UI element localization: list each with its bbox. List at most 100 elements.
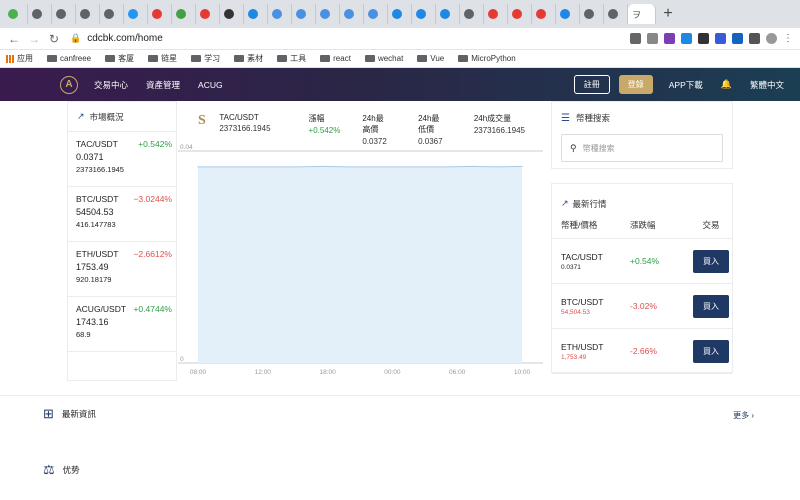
browser-tab[interactable]	[196, 4, 220, 24]
market-price: 0.0371	[76, 152, 104, 162]
browser-tab[interactable]	[580, 4, 604, 24]
more-link[interactable]: 更多 ›	[733, 410, 754, 421]
bookmark-item[interactable]: 应用	[6, 53, 33, 64]
key-icon[interactable]	[630, 33, 641, 44]
buy-button[interactable]: 買入	[693, 294, 729, 318]
extension-icon[interactable]	[732, 33, 743, 44]
browser-tab[interactable]	[484, 4, 508, 24]
forward-icon[interactable]: →	[26, 32, 42, 46]
avatar[interactable]	[766, 33, 777, 44]
trend-chart-icon: ↗	[77, 111, 85, 121]
browser-tab[interactable]	[292, 4, 316, 24]
tab-favicon-icon	[152, 9, 162, 19]
bookmark-item[interactable]: MicroPython	[458, 54, 516, 63]
coin-search-input[interactable]: ⚲ 幣種搜索	[561, 134, 723, 162]
login-button[interactable]: 登錄	[618, 75, 653, 94]
site-logo[interactable]: A	[60, 75, 78, 94]
latest-quote-row: BTC/USDT 54,504.53 -3.02% 買入	[552, 284, 732, 329]
bookmark-item[interactable]: wechat	[364, 54, 403, 63]
bookmark-item[interactable]: 链星	[148, 53, 177, 64]
browser-tab[interactable]	[172, 4, 196, 24]
browser-tab[interactable]	[76, 4, 100, 24]
market-row[interactable]: ACUG/USDT +0.4744% 1743.16 68.9	[68, 297, 176, 352]
chart-x-tick-label: 18:00	[319, 369, 336, 376]
market-change: −2.6612%	[133, 249, 172, 259]
bookmark-item[interactable]: 素材	[234, 53, 263, 64]
latest-pair: TAC/USDT	[561, 251, 603, 262]
nav-trading-center[interactable]: 交易中心	[94, 79, 128, 91]
browser-tab[interactable]	[556, 4, 580, 24]
price-area-chart[interactable]: 0.04 0 08:00 12:00 18:00 00:00 06:00 10:00	[178, 141, 543, 381]
browser-tab[interactable]	[460, 4, 484, 24]
browser-tab[interactable]	[604, 4, 628, 24]
tab-favicon-icon	[272, 9, 282, 19]
market-row[interactable]: TAC/USDT +0.542% 0.0371 2373166.1945	[68, 132, 176, 187]
browser-tab[interactable]	[316, 4, 340, 24]
menu-dots-icon[interactable]: ⋮	[783, 33, 794, 44]
ticker-vol-block: 24h成交量 2373166.1945	[474, 113, 525, 141]
new-tab-icon[interactable]: +	[656, 5, 680, 23]
url-field[interactable]: 🔒 cdcbk.com/home	[70, 33, 630, 44]
browser-tab[interactable]	[28, 4, 52, 24]
buy-button[interactable]: 買入	[693, 249, 729, 273]
browser-tab[interactable]	[412, 4, 436, 24]
browser-tab[interactable]	[268, 4, 292, 24]
browser-tab-active[interactable]: ヲ	[628, 4, 656, 24]
app-download-link[interactable]: APP下載	[669, 79, 703, 91]
star-icon[interactable]	[647, 33, 658, 44]
extension-icon[interactable]	[664, 33, 675, 44]
browser-tab[interactable]	[4, 4, 28, 24]
reload-icon[interactable]: ↻	[46, 32, 62, 46]
browser-tab[interactable]	[220, 4, 244, 24]
nav-acug[interactable]: ACUG	[198, 80, 223, 90]
browser-tab[interactable]	[244, 4, 268, 24]
ticker-vol-label: 24h成交量	[473, 114, 512, 123]
bookmark-item[interactable]: Vue	[417, 54, 444, 63]
browser-tab[interactable]	[532, 4, 556, 24]
nav-asset-management[interactable]: 資產管理	[146, 79, 180, 91]
bell-icon[interactable]: 🔔	[721, 79, 732, 90]
market-change: +0.542%	[138, 139, 172, 149]
latest-trade-cell: 買入	[690, 249, 732, 273]
tab-favicon-icon	[560, 9, 570, 19]
bookmark-item[interactable]: 工具	[277, 53, 306, 64]
back-icon[interactable]: ←	[6, 32, 22, 46]
ticker-stats: Ѕ TAC/USDT 2373166.1945 漲幅 +0.542% 24h最高…	[178, 101, 543, 146]
market-overview-header: ↗ 市場概況	[68, 102, 176, 132]
market-price: 1743.16	[76, 317, 109, 327]
bookmark-item[interactable]: 客厦	[105, 53, 134, 64]
browser-tab[interactable]	[100, 4, 124, 24]
browser-tab[interactable]	[508, 4, 532, 24]
market-price: 1753.49	[76, 262, 109, 272]
tab-favicon-icon	[248, 9, 258, 19]
latest-pair-cell: ETH/USDT 1,753.49	[552, 342, 630, 361]
browser-tab-strip: ヲ +	[0, 0, 800, 28]
browser-tab[interactable]	[124, 4, 148, 24]
market-row[interactable]: BTC/USDT −3.0244% 54504.53 416.147783	[68, 187, 176, 242]
language-selector[interactable]: 繁體中文	[750, 79, 784, 91]
ticker-change-value: +0.542%	[308, 126, 341, 135]
coin-search-placeholder: 幣種搜索	[582, 143, 615, 153]
bookmark-item[interactable]: canfreee	[47, 54, 91, 63]
ticker-high-label: 24h最高價	[362, 114, 384, 134]
browser-tab[interactable]	[148, 4, 172, 24]
puzzle-icon[interactable]	[749, 33, 760, 44]
bookmark-item[interactable]: 学习	[191, 53, 220, 64]
extension-icon[interactable]	[715, 33, 726, 44]
browser-tab[interactable]	[436, 4, 460, 24]
active-tab-label: ヲ	[632, 9, 642, 20]
database-icon: ☰	[561, 112, 570, 124]
browser-tab[interactable]	[364, 4, 388, 24]
market-row[interactable]: ETH/USDT −2.6612% 1753.49 920.18179	[68, 242, 176, 297]
extension-icon[interactable]	[698, 33, 709, 44]
extension-icon[interactable]	[681, 33, 692, 44]
browser-tab[interactable]	[340, 4, 364, 24]
register-button[interactable]: 註冊	[573, 75, 610, 94]
browser-tab[interactable]	[52, 4, 76, 24]
chart-data-point	[496, 166, 498, 168]
bookmark-item[interactable]: react	[320, 54, 351, 63]
chart-y-tick-label: 0	[180, 356, 184, 363]
browser-tab[interactable]	[388, 4, 412, 24]
tab-favicon-icon	[128, 9, 138, 19]
buy-button[interactable]: 買入	[693, 339, 729, 363]
